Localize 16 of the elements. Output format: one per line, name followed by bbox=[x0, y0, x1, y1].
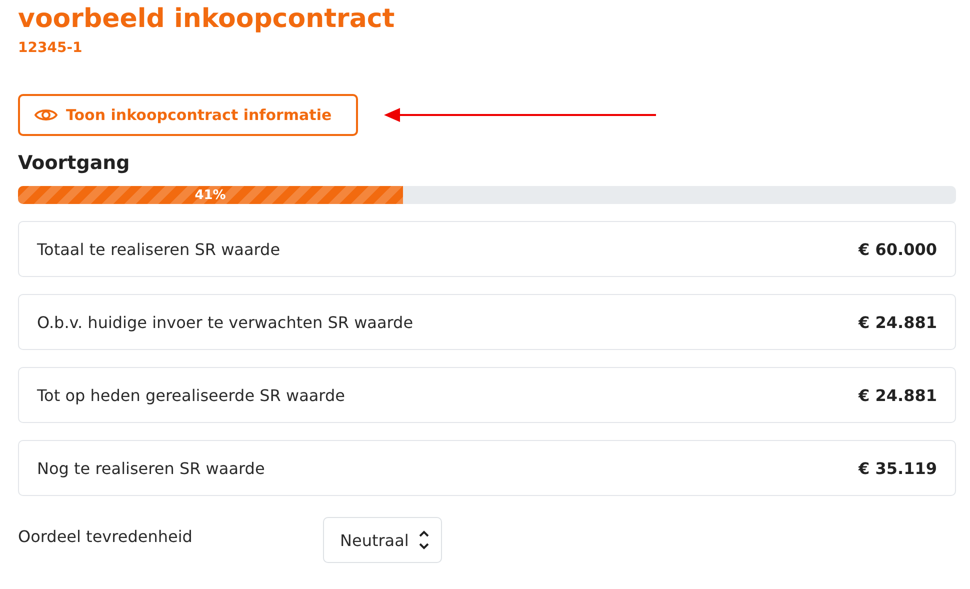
value-label: O.b.v. huidige invoer te verwachten SR waarde bbox=[37, 312, 414, 332]
page-title: voorbeeld inkoopcontract bbox=[18, 3, 396, 36]
chevron-up-down-icon bbox=[418, 529, 429, 551]
progress-reading: 41% bbox=[194, 188, 226, 202]
eye-icon bbox=[34, 107, 58, 123]
value-amount: € 60.000 bbox=[858, 240, 937, 258]
progress-heading: Voortgang bbox=[18, 152, 131, 174]
contract-number: 12345-1 bbox=[18, 40, 84, 56]
value-amount: € 35.119 bbox=[858, 458, 937, 478]
satisfaction-label: Oordeel tevredenheid bbox=[18, 526, 194, 546]
value-amount: € 24.881 bbox=[858, 312, 937, 332]
satisfaction-select[interactable]: Neutraal bbox=[323, 517, 442, 563]
value-label: Nog te realiseren SR waarde bbox=[37, 458, 265, 478]
value-label: Totaal te realiseren SR waarde bbox=[37, 240, 280, 258]
value-amount: € 24.881 bbox=[858, 386, 937, 404]
value-label: Tot op heden gerealiseerde SR waarde bbox=[37, 386, 345, 404]
